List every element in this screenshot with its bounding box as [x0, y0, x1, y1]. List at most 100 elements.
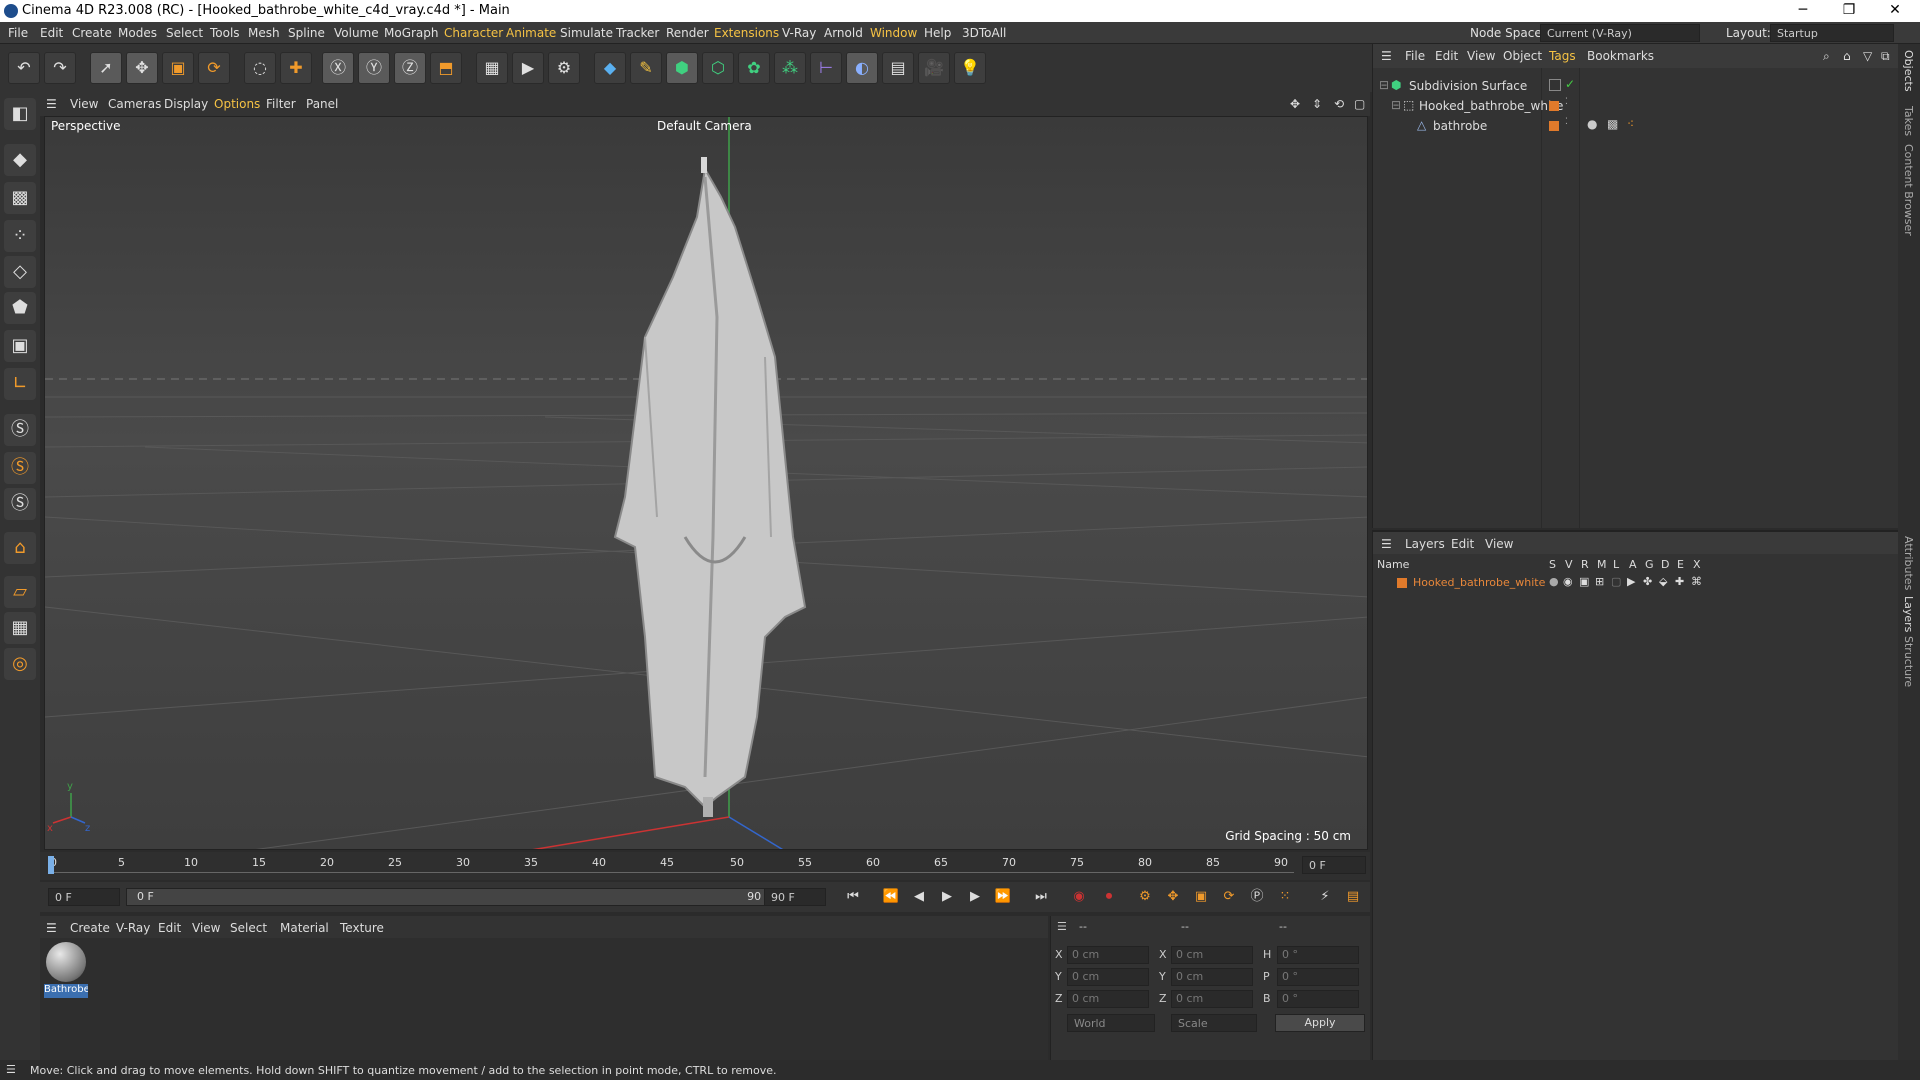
make-editable-icon[interactable]: ◧ — [4, 98, 36, 130]
layer-color-swatch[interactable] — [1549, 121, 1559, 131]
node-space-select[interactable]: Current (V-Ray) — [1540, 24, 1700, 42]
timeline-playhead[interactable] — [48, 856, 54, 874]
extrude-icon[interactable]: ⬡ — [702, 52, 734, 84]
object-row-bathrobe[interactable]: △ bathrobe ⁚ ● ▩ ⁖ — [1373, 116, 1899, 136]
objects-menu-edit[interactable]: Edit — [1435, 49, 1458, 63]
workplane-icon[interactable]: ▱ — [4, 576, 36, 608]
expand-icon[interactable]: ⊟ — [1391, 98, 1401, 112]
viewport-rotate-icon[interactable]: ⟲ — [1334, 97, 1344, 111]
rot-p-field[interactable]: 0 ° — [1277, 968, 1359, 986]
frame-range-slider[interactable]: 0 F 90 F — [126, 888, 782, 906]
animation-toggle-icon[interactable]: ▶ — [1627, 575, 1635, 588]
end-frame-field[interactable]: 90 F — [764, 888, 826, 906]
move-tool-icon[interactable]: ✥ — [126, 52, 158, 84]
x-axis-icon[interactable]: Ⓧ — [322, 52, 354, 84]
viewport-menu-view[interactable]: View — [70, 97, 98, 111]
viewport-menu-panel[interactable]: Panel — [306, 97, 338, 111]
record-active-objects-icon[interactable]: ◉ — [1068, 886, 1090, 908]
layers-name-header[interactable]: Name — [1377, 558, 1409, 571]
material-menu-view[interactable]: View — [192, 921, 220, 935]
menu-vray[interactable]: V-Ray — [782, 26, 816, 40]
undo-icon[interactable]: ↶ — [8, 52, 40, 84]
menu-animate[interactable]: Animate — [506, 26, 556, 40]
menu-edit[interactable]: Edit — [40, 26, 63, 40]
material-menu-edit[interactable]: Edit — [158, 921, 181, 935]
objects-menu-view[interactable]: View — [1467, 49, 1495, 63]
layer-name[interactable]: Hooked_bathrobe_white — [1413, 576, 1545, 589]
deformer-icon[interactable]: ⁂ — [774, 52, 806, 84]
next-keyframe-icon[interactable]: ⏩ — [992, 886, 1014, 908]
model-mode-icon[interactable]: ◆ — [4, 144, 36, 176]
previous-frame-icon[interactable]: ◀ — [908, 886, 930, 908]
go-to-end-icon[interactable]: ⏭ — [1030, 886, 1052, 908]
viewport-move-icon[interactable]: ✥ — [1290, 97, 1300, 111]
pos-x-field[interactable]: 0 cm — [1067, 946, 1149, 964]
apply-button[interactable]: Apply — [1275, 1014, 1365, 1032]
material-menu-material[interactable]: Material — [280, 921, 329, 935]
pos-y-field[interactable]: 0 cm — [1067, 968, 1149, 986]
menu-tools[interactable]: Tools — [210, 26, 240, 40]
previous-keyframe-icon[interactable]: ⏪ — [880, 886, 902, 908]
enabled-check-icon[interactable]: ✓ — [1565, 77, 1575, 91]
texture-mode-icon[interactable]: ▩ — [4, 182, 36, 214]
menu-3dtoall[interactable]: 3DToAll — [962, 26, 1006, 40]
axis-mode-icon[interactable]: ∟ — [4, 368, 36, 400]
z-axis-icon[interactable]: Ⓩ — [394, 52, 426, 84]
object-row-hooked-bathrobe[interactable]: ⊟ ⬚ Hooked_bathrobe_white ⁚ — [1373, 96, 1899, 116]
menu-modes[interactable]: Modes — [118, 26, 157, 40]
viewport-zoom-icon[interactable]: ⇕ — [1312, 97, 1322, 111]
coordinate-mode-select[interactable]: Scale — [1171, 1014, 1257, 1032]
objects-new-window-icon[interactable]: ⧉ — [1881, 49, 1890, 64]
tab-attributes[interactable]: Attributes — [1902, 536, 1915, 590]
visibility-dots-icon[interactable]: ⁚ — [1565, 117, 1568, 127]
edges-mode-icon[interactable]: ◇ — [4, 256, 36, 288]
uvw-tag-icon[interactable]: ▩ — [1607, 117, 1618, 131]
material-menu-texture[interactable]: Texture — [340, 921, 384, 935]
cube-icon[interactable]: ◆ — [594, 52, 626, 84]
select-tool-icon[interactable]: ➚ — [90, 52, 122, 84]
mograph-cloner-icon[interactable]: ✿ — [738, 52, 770, 84]
tab-layers[interactable]: Layers — [1902, 596, 1915, 632]
floor-icon[interactable]: ▤ — [882, 52, 914, 84]
next-frame-icon[interactable]: ▶ — [964, 886, 986, 908]
magnet-icon[interactable]: ⌂ — [4, 532, 36, 564]
key-scale-icon[interactable]: ▣ — [1190, 886, 1212, 908]
scale-tool-icon[interactable]: ▣ — [162, 52, 194, 84]
layer-color-swatch[interactable] — [1397, 578, 1407, 588]
viewport-hamburger-icon[interactable]: ☰ — [46, 97, 57, 111]
tab-content-browser[interactable]: Content Browser — [1902, 144, 1915, 236]
menu-mesh[interactable]: Mesh — [248, 26, 280, 40]
render-view-icon[interactable]: ▦ — [476, 52, 508, 84]
objects-menu-tags[interactable]: Tags — [1549, 49, 1576, 63]
material-menu-select[interactable]: Select — [230, 921, 267, 935]
close-button[interactable]: ✕ — [1872, 0, 1918, 22]
menu-help[interactable]: Help — [924, 26, 951, 40]
menu-spline[interactable]: Spline — [288, 26, 325, 40]
render-settings-icon[interactable]: ⚙ — [548, 52, 580, 84]
menu-volume[interactable]: Volume — [334, 26, 379, 40]
objects-filter-icon[interactable]: ▽ — [1863, 49, 1872, 63]
visibility-toggle-icon[interactable] — [1549, 79, 1561, 91]
coordinate-space-select[interactable]: World — [1067, 1014, 1155, 1032]
add-tool-icon[interactable]: ✚ — [280, 52, 312, 84]
tab-structure[interactable]: Structure — [1902, 636, 1915, 687]
generators-toggle-icon[interactable]: ✤ — [1643, 575, 1652, 588]
current-frame-field[interactable]: 0 F — [1302, 856, 1366, 874]
polygons-mode-icon[interactable]: ⬟ — [4, 292, 36, 324]
xref-toggle-icon[interactable]: ⌘ — [1691, 575, 1702, 588]
menu-character[interactable]: Character — [444, 26, 503, 40]
timeline-window-icon[interactable]: ▤ — [1342, 886, 1364, 908]
material-menu-create[interactable]: Create — [70, 921, 110, 935]
motion-system-icon[interactable]: ⚡ — [1314, 886, 1336, 908]
layer-row[interactable]: Hooked_bathrobe_white ● ◉ ▣ ⊞ ▢ ▶ ✤ ⬙ ✚ … — [1373, 574, 1899, 592]
locked-workplane-icon[interactable]: ◎ — [4, 648, 36, 680]
objects-menu-object[interactable]: Object — [1503, 49, 1542, 63]
viewport-maximize-icon[interactable]: ▢ — [1354, 97, 1365, 111]
material-hamburger-icon[interactable]: ☰ — [46, 921, 57, 935]
key-rotation-icon[interactable]: ⟳ — [1218, 886, 1240, 908]
menu-simulate[interactable]: Simulate — [560, 26, 613, 40]
render-toggle-icon[interactable]: ▣ — [1579, 575, 1589, 588]
field-icon[interactable]: ⊢ — [810, 52, 842, 84]
tab-objects[interactable]: Objects — [1902, 50, 1915, 92]
material-item-bathrobe[interactable]: Bathrobe — [44, 942, 88, 998]
